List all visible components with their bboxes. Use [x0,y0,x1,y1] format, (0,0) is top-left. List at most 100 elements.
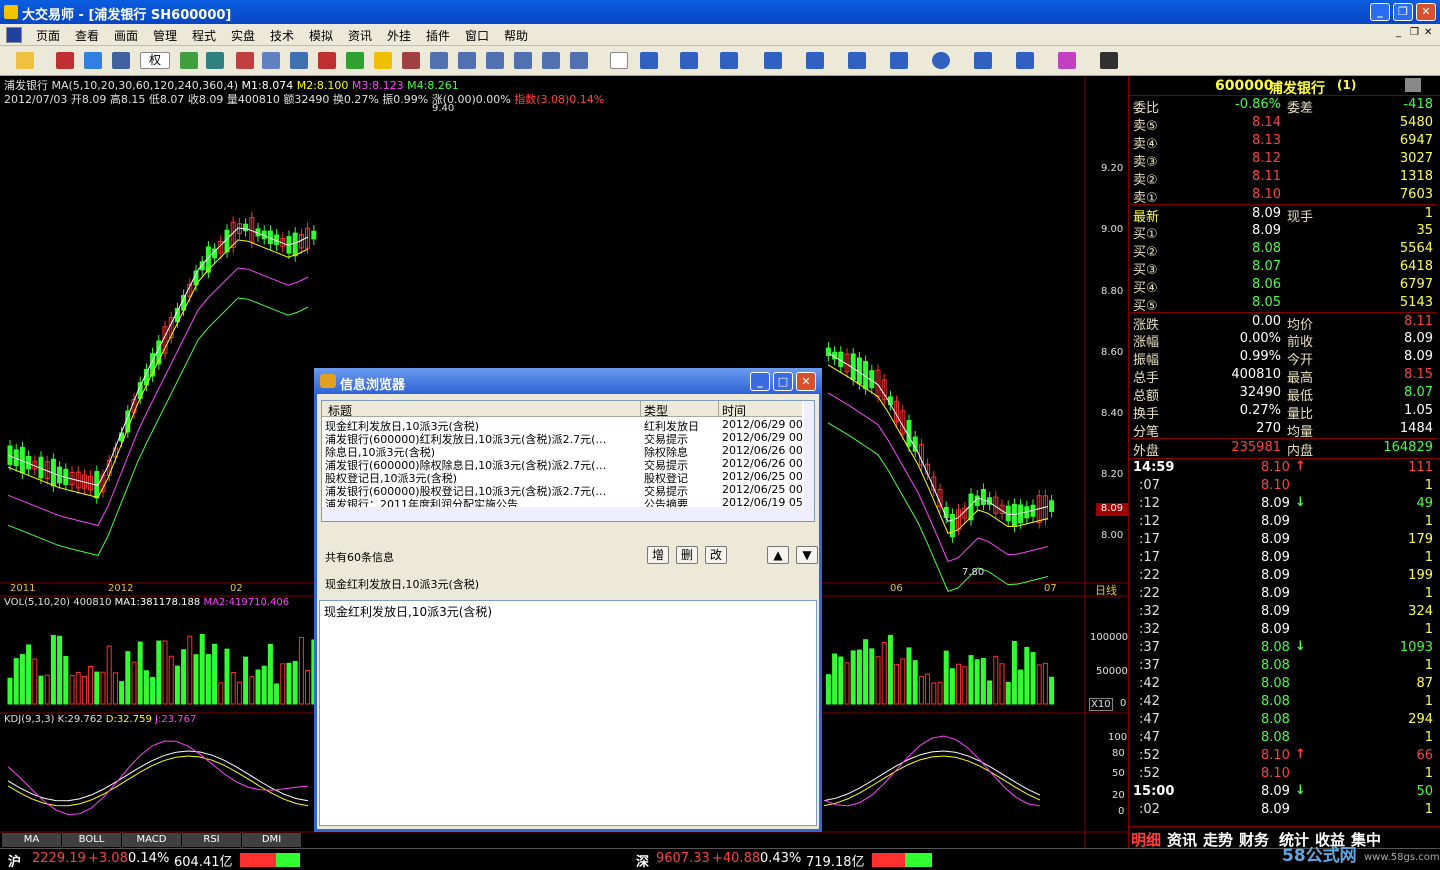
close-button[interactable]: ✕ [1416,3,1436,21]
color-tool-icon[interactable] [1058,52,1076,69]
menu-tech[interactable]: 技术 [270,27,294,44]
sell-row[interactable]: 卖④ 8.13 6947 [1131,132,1437,152]
col-title[interactable]: 标题 [328,402,352,419]
list-vscrollbar[interactable] [804,401,814,507]
menu-view[interactable]: 查看 [75,27,99,44]
next-button[interactable]: ▼ [796,546,818,564]
list-icon[interactable] [430,52,448,69]
buy-row[interactable]: 买② 8.08 5564 [1131,240,1437,260]
chart-icon[interactable] [56,52,74,69]
menu-info[interactable]: 资讯 [348,27,372,44]
tick-row[interactable]: :32 8.09 324 [1131,603,1437,621]
menu-live[interactable]: 实盘 [231,27,255,44]
tick-row[interactable]: :17 8.09 179 [1131,531,1437,549]
sell-row[interactable]: 卖② 8.11 1318 [1131,168,1437,188]
open-folder-icon[interactable] [16,52,34,69]
menu-manage[interactable]: 管理 [153,27,177,44]
crosshair-icon[interactable] [84,52,102,69]
tick-row[interactable]: :37 8.08 ↓ 1093 [1131,639,1437,657]
rect-tool-icon[interactable] [890,52,908,69]
warning-icon[interactable] [374,52,392,69]
tab-dmi[interactable]: DMI [242,833,302,847]
buy-row[interactable]: 买① 8.09 35 [1131,222,1437,242]
tick-row[interactable]: :12 8.09 1 [1131,513,1437,531]
col-time[interactable]: 时间 [722,402,746,419]
tick-row[interactable]: :32 8.09 1 [1131,621,1437,639]
buy-row[interactable]: 买③ 8.07 6418 [1131,258,1437,278]
grid-icon[interactable] [180,52,198,69]
sheet-icon[interactable] [458,52,476,69]
mdi-restore-button[interactable]: ❐ [1410,27,1419,38]
ellipse-tool-icon[interactable] [932,52,950,69]
maximize-button[interactable]: ❐ [1393,3,1413,21]
delete-button[interactable]: 删 [676,546,698,564]
menu-page[interactable]: 页面 [36,27,60,44]
list-item[interactable]: 除息日,10派3元(含税) 除权除息 2012/06/26 00 [322,444,802,459]
stop-icon[interactable] [318,52,336,69]
tab-macd[interactable]: MACD [122,833,182,847]
menu-canvas[interactable]: 画面 [114,27,138,44]
add-button[interactable]: 增 [647,546,669,564]
parallel-tool-icon[interactable] [848,52,866,69]
text-tool-icon[interactable] [974,52,992,69]
minimize-button[interactable]: _ [1370,3,1390,21]
tick-row[interactable]: :07 8.10 1 [1131,477,1437,495]
edit-button[interactable]: 改 [705,546,727,564]
list-hscrollbar[interactable] [322,507,814,521]
tick-row[interactable]: :52 8.10 ↑ 66 [1131,747,1437,765]
list-item[interactable]: 浦发银行(600000)股权登记日,10派3元(含税)派2.7元(… 交易提示 20… [322,483,802,498]
layout-icon[interactable] [112,52,130,69]
mdi-minimize-button[interactable]: _ [1396,27,1401,38]
tick-row[interactable]: :22 8.09 1 [1131,585,1437,603]
sell-row[interactable]: 卖① 8.10 7603 [1131,186,1437,206]
copy-icon[interactable] [262,52,280,69]
menu-plugin[interactable]: 插件 [426,27,450,44]
sell-row[interactable]: 卖⑤ 8.14 5480 [1131,114,1437,134]
menu-help[interactable]: 帮助 [504,27,528,44]
sell-row[interactable]: 卖③ 8.12 3027 [1131,150,1437,170]
tab-finance[interactable]: 财务 [1239,829,1269,848]
menu-program[interactable]: 程式 [192,27,216,44]
list-item[interactable]: 现金红利发放日,10派3元(含税) 红利发放日 2012/06/29 00 [322,418,802,433]
window-icon[interactable] [486,52,504,69]
list-item[interactable]: 浦发银行(600000)红利发放日,10派3元(含税)派2.7元(… 交易提示 20… [322,431,802,446]
info-content[interactable]: 现金红利发放日,10派3元(含税) [319,600,817,826]
channel-tool-icon[interactable] [806,52,824,69]
tick-row[interactable]: :37 8.08 1 [1131,657,1437,675]
tick-row[interactable]: :12 8.09 ↓ 49 [1131,495,1437,513]
mdi-close-button[interactable]: ✕ [1424,27,1432,38]
save-icon[interactable] [1100,52,1118,69]
vline-tool-icon[interactable] [720,52,738,69]
dialog-maximize-button[interactable]: □ [773,372,793,391]
copy-tool-icon[interactable] [1016,52,1034,69]
tick-row[interactable]: :47 8.08 1 [1131,729,1437,747]
hline-tool-icon[interactable] [680,52,698,69]
tick-row[interactable]: :42 8.08 1 [1131,693,1437,711]
line-tool-icon[interactable] [640,52,658,69]
quote-panel-icon[interactable] [1405,78,1421,92]
col-type[interactable]: 类型 [644,402,668,419]
tab-ma[interactable]: MA [2,833,62,847]
buy-row[interactable]: 买④ 8.06 6797 [1131,276,1437,296]
tab-news[interactable]: 资讯 [1167,829,1197,848]
panel-icon[interactable] [514,52,532,69]
buy-row[interactable]: 买⑤ 8.05 5143 [1131,294,1437,314]
tab-rsi[interactable]: RSI [182,833,242,847]
tick-row[interactable]: :47 8.08 294 [1131,711,1437,729]
info-list[interactable]: 标题 类型 时间 现金红利发放日,10派3元(含税) 红利发放日 2012/06/2… [321,400,815,522]
tick-row[interactable]: 15:00 8.09 ↓ 50 [1131,783,1437,801]
tick-row[interactable]: :22 8.09 199 [1131,567,1437,585]
report-icon[interactable] [402,52,420,69]
cross-grid-icon[interactable] [206,52,224,69]
tab-trend[interactable]: 走势 [1203,829,1233,848]
period-label[interactable]: 日线 [1095,582,1117,598]
bars-icon[interactable] [236,52,254,69]
menu-window[interactable]: 窗口 [465,27,489,44]
quan-button[interactable]: 权 [140,52,170,69]
split-icon[interactable] [542,52,560,69]
dialog-title-bar[interactable]: 信息浏览器 _ □ ✕ [314,368,822,394]
tick-row[interactable]: :52 8.10 1 [1131,765,1437,783]
app-menu-icon[interactable] [6,27,22,43]
fan-tool-icon[interactable] [764,52,782,69]
menu-plugin-ext[interactable]: 外挂 [387,27,411,44]
